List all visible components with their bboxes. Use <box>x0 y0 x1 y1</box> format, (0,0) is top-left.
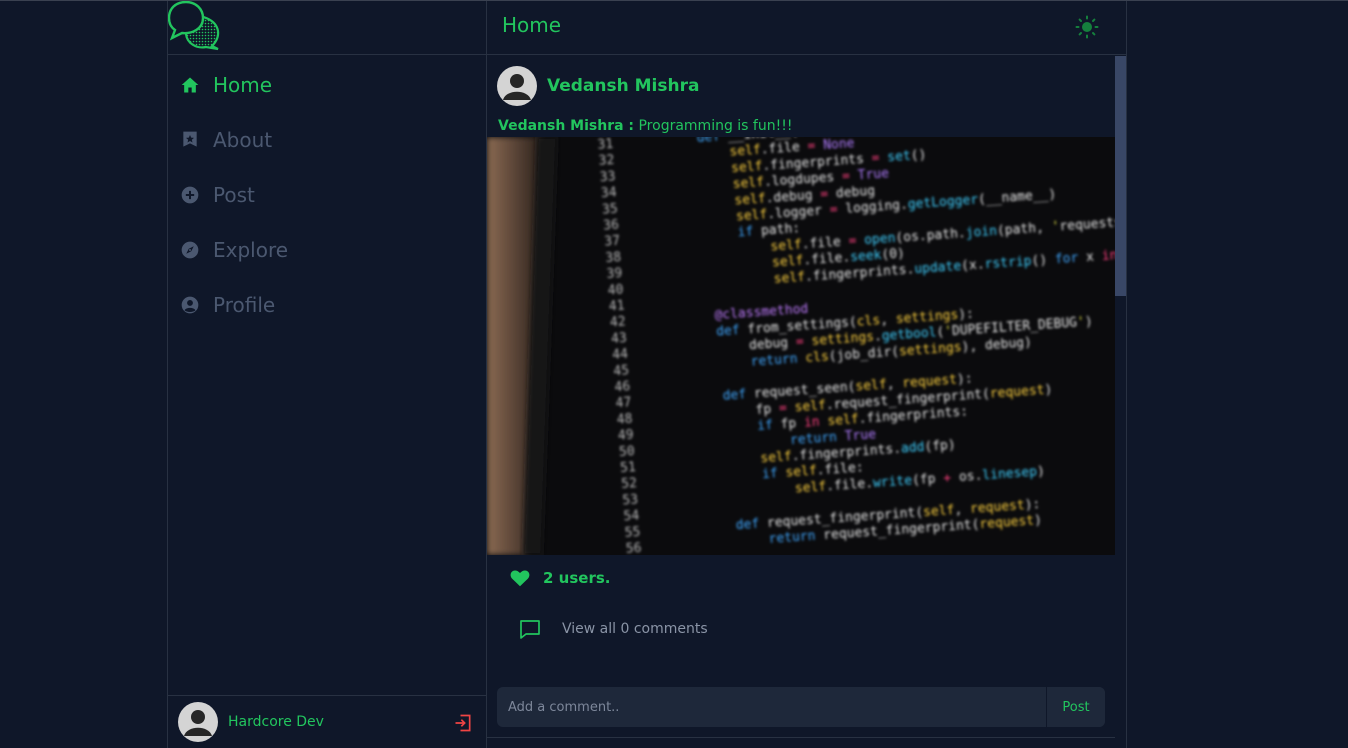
logout-icon[interactable] <box>453 713 473 733</box>
view-comments-link[interactable]: View all 0 comments <box>562 621 708 637</box>
logo[interactable] <box>168 1 488 55</box>
code-line-number: 54 <box>623 509 640 525</box>
code-line-number: 42 <box>610 315 627 331</box>
main-header: Home <box>487 1 1126 55</box>
post-header: Vedansh Mishra <box>497 66 699 106</box>
comment-icon[interactable] <box>518 617 542 641</box>
likes-row: 2 users. <box>509 567 610 589</box>
post-image[interactable]: 31 def __init__(self, path=None, debug=F… <box>487 137 1115 555</box>
code-line-number: 56 <box>625 541 642 555</box>
code-line-number: 34 <box>600 185 617 201</box>
code-line-number: 41 <box>608 299 625 315</box>
post-caption: Vedansh Mishra : Programming is fun!!! <box>498 118 792 134</box>
home-icon <box>180 75 200 95</box>
heart-icon[interactable] <box>509 567 531 589</box>
plus-circle-icon <box>180 185 200 205</box>
code-line-number: 55 <box>624 525 641 541</box>
code-line-number: 48 <box>616 412 633 428</box>
code-line-number: 45 <box>613 363 630 379</box>
divider <box>487 737 1115 738</box>
code-line-number: 47 <box>615 395 632 411</box>
sidebar-item-label: Profile <box>213 292 276 317</box>
current-username[interactable]: Hardcore Dev <box>228 714 324 730</box>
star-bookmark-icon <box>180 130 200 150</box>
caption-text: Programming is fun!!! <box>634 118 793 134</box>
app-container: Home About Post Explore Profile Hardcore… <box>167 1 1127 748</box>
code-line-number: 40 <box>607 282 624 298</box>
code-line-number: 37 <box>604 234 621 250</box>
sidebar-item-label: Explore <box>213 237 289 262</box>
sidebar-item-label: Home <box>213 72 273 97</box>
code-line-number: 36 <box>603 218 620 234</box>
sidebar-item-label: About <box>213 127 273 152</box>
code-line-number: 52 <box>621 476 638 492</box>
main-content: Home Vedansh Mishra Vedansh Mishra : Pro… <box>487 1 1127 748</box>
code-line-number: 50 <box>619 444 636 460</box>
sidebar-item-home[interactable]: Home <box>168 57 486 112</box>
chat-bubbles-logo-icon <box>168 1 220 51</box>
page-title: Home <box>502 13 562 37</box>
user-circle-icon <box>180 295 200 315</box>
sidebar-item-about[interactable]: About <box>168 112 486 167</box>
code-line-number: 53 <box>622 492 639 508</box>
comments-row: View all 0 comments <box>518 617 708 641</box>
code-screenshot-image: 31 def __init__(self, path=None, debug=F… <box>487 137 1115 555</box>
scrollbar-thumb[interactable] <box>1115 56 1126 296</box>
code-line-number: 33 <box>599 169 616 185</box>
code-line-number: 49 <box>617 428 634 444</box>
code-line-number: 46 <box>614 379 631 395</box>
avatar[interactable] <box>178 702 218 742</box>
scrollbar[interactable] <box>1115 56 1126 748</box>
code-line-number: 44 <box>612 347 629 363</box>
code-line-number: 31 <box>597 137 614 153</box>
post-feed: Vedansh Mishra Vedansh Mishra : Programm… <box>487 56 1126 748</box>
code-line-number: 35 <box>602 202 619 218</box>
code-line-number: 38 <box>605 250 622 266</box>
sidebar-item-explore[interactable]: Explore <box>168 222 486 277</box>
user-avatar-icon <box>184 710 212 736</box>
comment-input[interactable] <box>497 687 1046 727</box>
code-line-number: 51 <box>620 460 637 476</box>
user-avatar-icon <box>503 74 531 100</box>
sidebar-item-label: Post <box>213 182 255 207</box>
avatar[interactable] <box>497 66 537 106</box>
sidebar: Home About Post Explore Profile Hardcore… <box>167 1 488 748</box>
code-line-number: 43 <box>611 331 628 347</box>
post-comment-button[interactable]: Post <box>1046 687 1105 727</box>
sidebar-footer: Hardcore Dev <box>168 695 486 748</box>
code-line-number: 32 <box>598 153 615 169</box>
caption-author: Vedansh Mishra : <box>498 118 635 134</box>
sun-icon[interactable] <box>1075 15 1099 39</box>
code-line-number: 39 <box>606 266 623 282</box>
sidebar-item-post[interactable]: Post <box>168 167 486 222</box>
sidebar-nav: Home About Post Explore Profile <box>168 57 486 332</box>
comment-form: Post <box>497 687 1105 727</box>
compass-icon <box>180 240 200 260</box>
post-author-name[interactable]: Vedansh Mishra <box>547 76 699 96</box>
like-count[interactable]: 2 users. <box>543 569 610 587</box>
sidebar-item-profile[interactable]: Profile <box>168 277 486 332</box>
